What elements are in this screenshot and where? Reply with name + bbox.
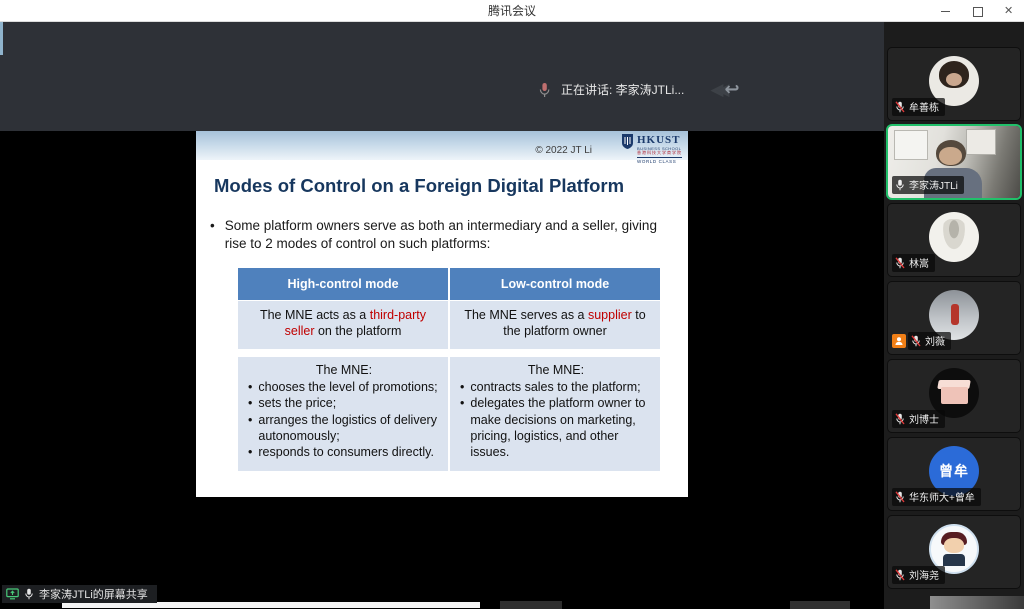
- table-cell-high-details: The MNE: chooses the level of promotions…: [238, 357, 448, 471]
- bullet-text: Some platform owners serve as both an in…: [225, 217, 666, 253]
- logo-tagline: WORLD CLASS: [637, 157, 682, 164]
- modes-table: High-control mode Low-control mode The M…: [238, 268, 660, 471]
- participant-tile[interactable]: 牟善栋: [888, 48, 1020, 120]
- participant-name: 林嵩: [909, 255, 929, 270]
- screen-share-area: © 2022 JT Li HKUST BUSINESS SCHOOL 香港科: [0, 131, 884, 595]
- mic-on-icon: [24, 588, 34, 600]
- meeting-topbar: 正在讲话: 李家涛JTLi...: [0, 22, 884, 131]
- table-header-high: High-control mode: [238, 268, 448, 300]
- mic-on-icon: [895, 179, 905, 191]
- participant-name: 李家涛JTLi: [909, 177, 958, 192]
- def-text: The MNE acts as a: [260, 308, 370, 322]
- taskbar-fragment: [500, 601, 562, 609]
- participant-name: 牟善栋: [909, 99, 939, 114]
- def-text: The MNE serves as a: [464, 308, 588, 322]
- table-row-definition: The MNE acts as a third-party seller on …: [238, 301, 660, 349]
- participant-name-badge: 华东师大+曾牟: [892, 488, 981, 506]
- table-header-low: Low-control mode: [450, 268, 660, 300]
- speaker-mic-icon: [538, 82, 551, 98]
- participant-tile[interactable]: 刘薇: [888, 282, 1020, 354]
- avatar-initials: 曾牟: [939, 461, 969, 481]
- arrows-icon: [710, 80, 722, 100]
- low-mode-list: contracts sales to the platform; delegat…: [456, 379, 656, 460]
- left-edge-accent: [0, 22, 3, 55]
- table-cell-high-def: The MNE acts as a third-party seller on …: [238, 301, 448, 349]
- maximize-icon[interactable]: [972, 5, 984, 17]
- mic-muted-icon: [895, 101, 905, 113]
- presentation-slide: © 2022 JT Li HKUST BUSINESS SCHOOL 香港科: [196, 131, 688, 497]
- cell-heading: The MNE:: [244, 363, 444, 377]
- table-row-details: The MNE: chooses the level of promotions…: [238, 357, 660, 471]
- undo-arrow-icon: [723, 79, 740, 100]
- mic-muted-icon: [911, 335, 921, 347]
- participant-tile[interactable]: 曾牟 华东师大+曾牟: [888, 438, 1020, 510]
- table-cell-low-details: The MNE: contracts sales to the platform…: [450, 357, 660, 471]
- host-role-badge: [892, 334, 906, 348]
- participant-name-badge: 牟善栋: [892, 98, 945, 116]
- taskbar-fragment: [790, 601, 850, 609]
- slide-bullet-paragraph: Some platform owners serve as both an in…: [210, 217, 666, 253]
- high-mode-list: chooses the level of promotions; sets th…: [244, 379, 444, 460]
- bullet-marker: [210, 217, 225, 253]
- window-title: 腾讯会议: [0, 0, 1024, 22]
- participant-tile-active-speaker[interactable]: 李家涛JTLi: [888, 126, 1020, 198]
- mic-muted-icon: [895, 413, 905, 425]
- participant-name-badge: 林嵩: [892, 254, 935, 272]
- participants-sidebar: 牟善栋 李家涛JTLi: [884, 22, 1024, 609]
- def-emphasis: supplier: [588, 308, 632, 322]
- hkust-logo: HKUST BUSINESS SCHOOL 香港科技大学商学院 WORLD CL…: [621, 134, 682, 164]
- participant-name-badge: 李家涛JTLi: [892, 176, 964, 194]
- participant-name-badge: 刘海尧: [892, 566, 945, 584]
- hkust-emblem-icon: [621, 134, 634, 149]
- cell-heading: The MNE:: [456, 363, 656, 377]
- list-item: responds to consumers directly.: [244, 444, 444, 460]
- tencent-meeting-window: 腾讯会议 正在讲话: 李家涛JTLi... © 2022 JT Li: [0, 0, 1024, 609]
- person-icon: [894, 336, 904, 346]
- speaking-label: 正在讲话: 李家涛JTLi...: [561, 81, 684, 98]
- speaking-indicator: 正在讲话: 李家涛JTLi...: [538, 79, 740, 100]
- participant-name: 刘海尧: [909, 567, 939, 582]
- list-item: contracts sales to the platform;: [456, 379, 656, 395]
- participant-tile[interactable]: 林嵩: [888, 204, 1020, 276]
- table-cell-low-def: The MNE serves as a supplier to the plat…: [450, 301, 660, 349]
- participant-name: 华东师大+曾牟: [909, 489, 975, 504]
- share-badge-label: 李家涛JTLi的屏幕共享: [39, 586, 148, 602]
- mic-muted-icon: [895, 257, 905, 269]
- slide-title: Modes of Control on a Foreign Digital Pl…: [214, 175, 624, 197]
- list-item: chooses the level of promotions;: [244, 379, 444, 395]
- participant-name: 刘薇: [925, 333, 945, 348]
- participant-name-badge: 刘博士: [892, 410, 945, 428]
- logo-acronym: HKUST: [637, 134, 682, 147]
- logo-chinese: 香港科技大学商学院: [637, 151, 682, 156]
- participant-tile[interactable]: 刘博士: [888, 360, 1020, 432]
- minimize-icon[interactable]: [940, 5, 952, 17]
- participant-name: 刘博士: [909, 411, 939, 426]
- screen-share-icon: [6, 588, 19, 600]
- window-controls: [940, 0, 1016, 22]
- def-text: on the platform: [315, 324, 402, 338]
- slide-copyright: © 2022 JT Li: [535, 145, 592, 156]
- taskbar-fragment: [930, 596, 1024, 609]
- list-item: sets the price;: [244, 395, 444, 411]
- participant-tile[interactable]: 刘海尧: [888, 516, 1020, 588]
- participant-name-badge: 刘薇: [908, 332, 951, 350]
- slide-header-band: © 2022 JT Li HKUST BUSINESS SCHOOL 香港科: [196, 131, 688, 162]
- list-item: arranges the logistics of delivery auton…: [244, 412, 444, 445]
- list-item: delegates the platform owner to make dec…: [456, 395, 656, 460]
- screen-share-badge: 李家涛JTLi的屏幕共享: [2, 585, 157, 603]
- table-header-row: High-control mode Low-control mode: [238, 268, 660, 300]
- avatar: [929, 212, 979, 262]
- hkust-logo-text: HKUST BUSINESS SCHOOL 香港科技大学商学院 WORLD CL…: [637, 134, 682, 164]
- mic-muted-icon: [895, 491, 905, 503]
- window-titlebar: 腾讯会议: [0, 0, 1024, 22]
- mic-muted-icon: [895, 569, 905, 581]
- annotation-arrows[interactable]: [710, 79, 739, 100]
- close-icon[interactable]: [1004, 5, 1016, 17]
